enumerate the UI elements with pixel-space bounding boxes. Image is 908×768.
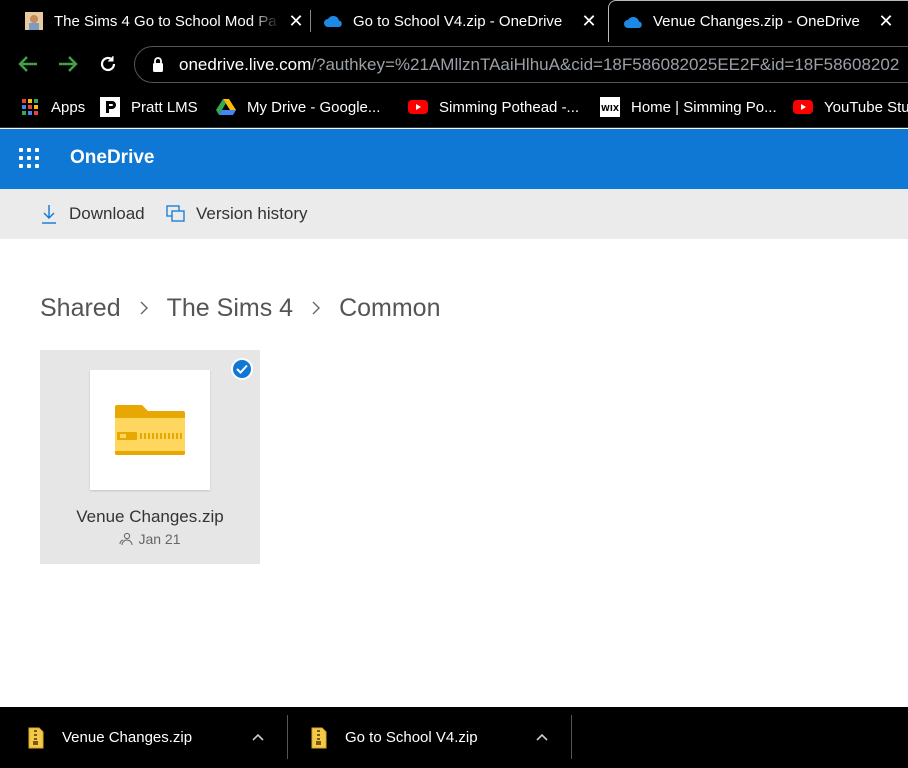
url-path: /?authkey=%21AMllznTAaiHlhuA&cid=18F5860…	[311, 54, 900, 74]
arrow-left-icon	[18, 56, 37, 72]
zip-file-icon	[28, 727, 44, 749]
bookmark-label: Pratt LMS	[131, 98, 198, 116]
version-history-button[interactable]: Version history	[166, 202, 308, 226]
pratt-logo-icon	[100, 97, 120, 117]
download-item[interactable]: Venue Changes.zip	[28, 707, 278, 768]
chevron-right-icon	[139, 300, 149, 316]
bookmark-label: Home | Simming Po...	[631, 98, 777, 116]
onedrive-brand[interactable]: OneDrive	[70, 147, 154, 169]
browser-tab-venue-changes[interactable]: Venue Changes.zip - OneDrive ✕	[608, 0, 908, 42]
shelf-divider	[571, 715, 572, 759]
arrow-right-icon	[59, 56, 78, 72]
download-shelf: Venue Changes.zip Go to School V4.zip	[0, 707, 908, 768]
bookmark-label: My Drive - Google...	[247, 98, 381, 116]
download-file-name: Go to School V4.zip	[345, 729, 478, 746]
bookmarks-bar: Apps Pratt LMS My Drive - Google... Simm…	[0, 86, 908, 128]
zip-file-icon	[311, 727, 327, 749]
breadcrumb-shared[interactable]: Shared	[40, 294, 121, 323]
breadcrumb-common: Common	[339, 293, 441, 322]
bookmark-google-drive[interactable]: My Drive - Google...	[216, 95, 380, 119]
file-name[interactable]: Venue Changes.zip	[40, 507, 260, 527]
browser-tab-strip: The Sims 4 Go to School Mod Pa ✕ Go to S…	[0, 0, 908, 42]
youtube-icon	[408, 97, 428, 117]
onedrive-cloud-icon	[623, 12, 643, 32]
close-tab-icon[interactable]: ✕	[876, 11, 896, 32]
sims-favicon-icon	[24, 11, 44, 31]
google-drive-icon	[216, 97, 236, 117]
bookmark-label: YouTube Studio	[824, 98, 908, 116]
chevron-up-icon[interactable]	[250, 729, 266, 745]
chevron-right-icon	[311, 300, 321, 316]
tab-title: Venue Changes.zip - OneDrive	[653, 13, 860, 30]
bookmark-pratt-lms[interactable]: Pratt LMS	[100, 95, 198, 119]
youtube-icon	[793, 97, 813, 117]
svg-text:WIX: WIX	[601, 104, 620, 113]
back-button[interactable]	[14, 50, 42, 78]
onedrive-cloud-icon	[323, 11, 343, 31]
browser-tab-go-to-school[interactable]: Go to School V4.zip - OneDrive ✕	[323, 0, 599, 42]
address-bar[interactable]: onedrive.live.com/?authkey=%21AMllznTAai…	[134, 46, 908, 83]
wix-icon: WIX	[600, 97, 620, 117]
tab-divider	[310, 10, 311, 32]
reload-button[interactable]	[94, 50, 122, 78]
reload-icon	[100, 56, 116, 72]
breadcrumb: Shared The Sims 4 Common	[40, 290, 440, 326]
apps-grid-icon	[20, 97, 40, 117]
browser-toolbar: onedrive.live.com/?authkey=%21AMllznTAai…	[0, 42, 908, 86]
close-tab-icon[interactable]: ✕	[286, 11, 306, 31]
tab-title: Go to School V4.zip - OneDrive	[353, 12, 563, 30]
version-history-label: Version history	[196, 204, 308, 223]
onedrive-header: OneDrive	[0, 129, 908, 189]
bookmark-label: Apps	[51, 98, 86, 116]
shelf-divider	[287, 715, 288, 759]
forward-button[interactable]	[54, 50, 82, 78]
breadcrumb-the-sims-4[interactable]: The Sims 4	[167, 294, 293, 323]
command-bar: Download Version history	[0, 189, 908, 239]
bookmark-wix-home[interactable]: WIX Home | Simming Po...	[600, 95, 777, 119]
bookmark-label: Simming Pothead -...	[439, 98, 580, 116]
app-launcher-icon[interactable]	[19, 148, 41, 170]
chevron-up-icon[interactable]	[534, 729, 550, 745]
url-host: onedrive.live.com	[179, 54, 312, 74]
bookmark-simming-pothead[interactable]: Simming Pothead -...	[408, 95, 579, 119]
download-file-name: Venue Changes.zip	[62, 729, 193, 746]
zip-folder-icon	[115, 405, 185, 455]
bookmark-youtube-studio[interactable]: YouTube Studio	[793, 95, 908, 119]
bookmark-apps[interactable]: Apps	[20, 95, 85, 119]
download-label: Download	[69, 204, 145, 223]
file-thumbnail[interactable]	[90, 370, 210, 490]
close-tab-icon[interactable]: ✕	[579, 11, 599, 31]
file-tile[interactable]: Venue Changes.zip Jan 21	[40, 350, 260, 564]
lock-icon	[149, 56, 167, 74]
version-history-icon	[166, 203, 186, 225]
selected-checkmark-icon[interactable]	[231, 358, 253, 380]
file-meta: Jan 21	[40, 531, 260, 547]
download-button[interactable]: Download	[39, 202, 145, 226]
shared-people-icon	[119, 532, 133, 546]
download-item[interactable]: Go to School V4.zip	[311, 707, 561, 768]
download-icon	[39, 203, 59, 225]
file-date: Jan 21	[138, 531, 181, 547]
